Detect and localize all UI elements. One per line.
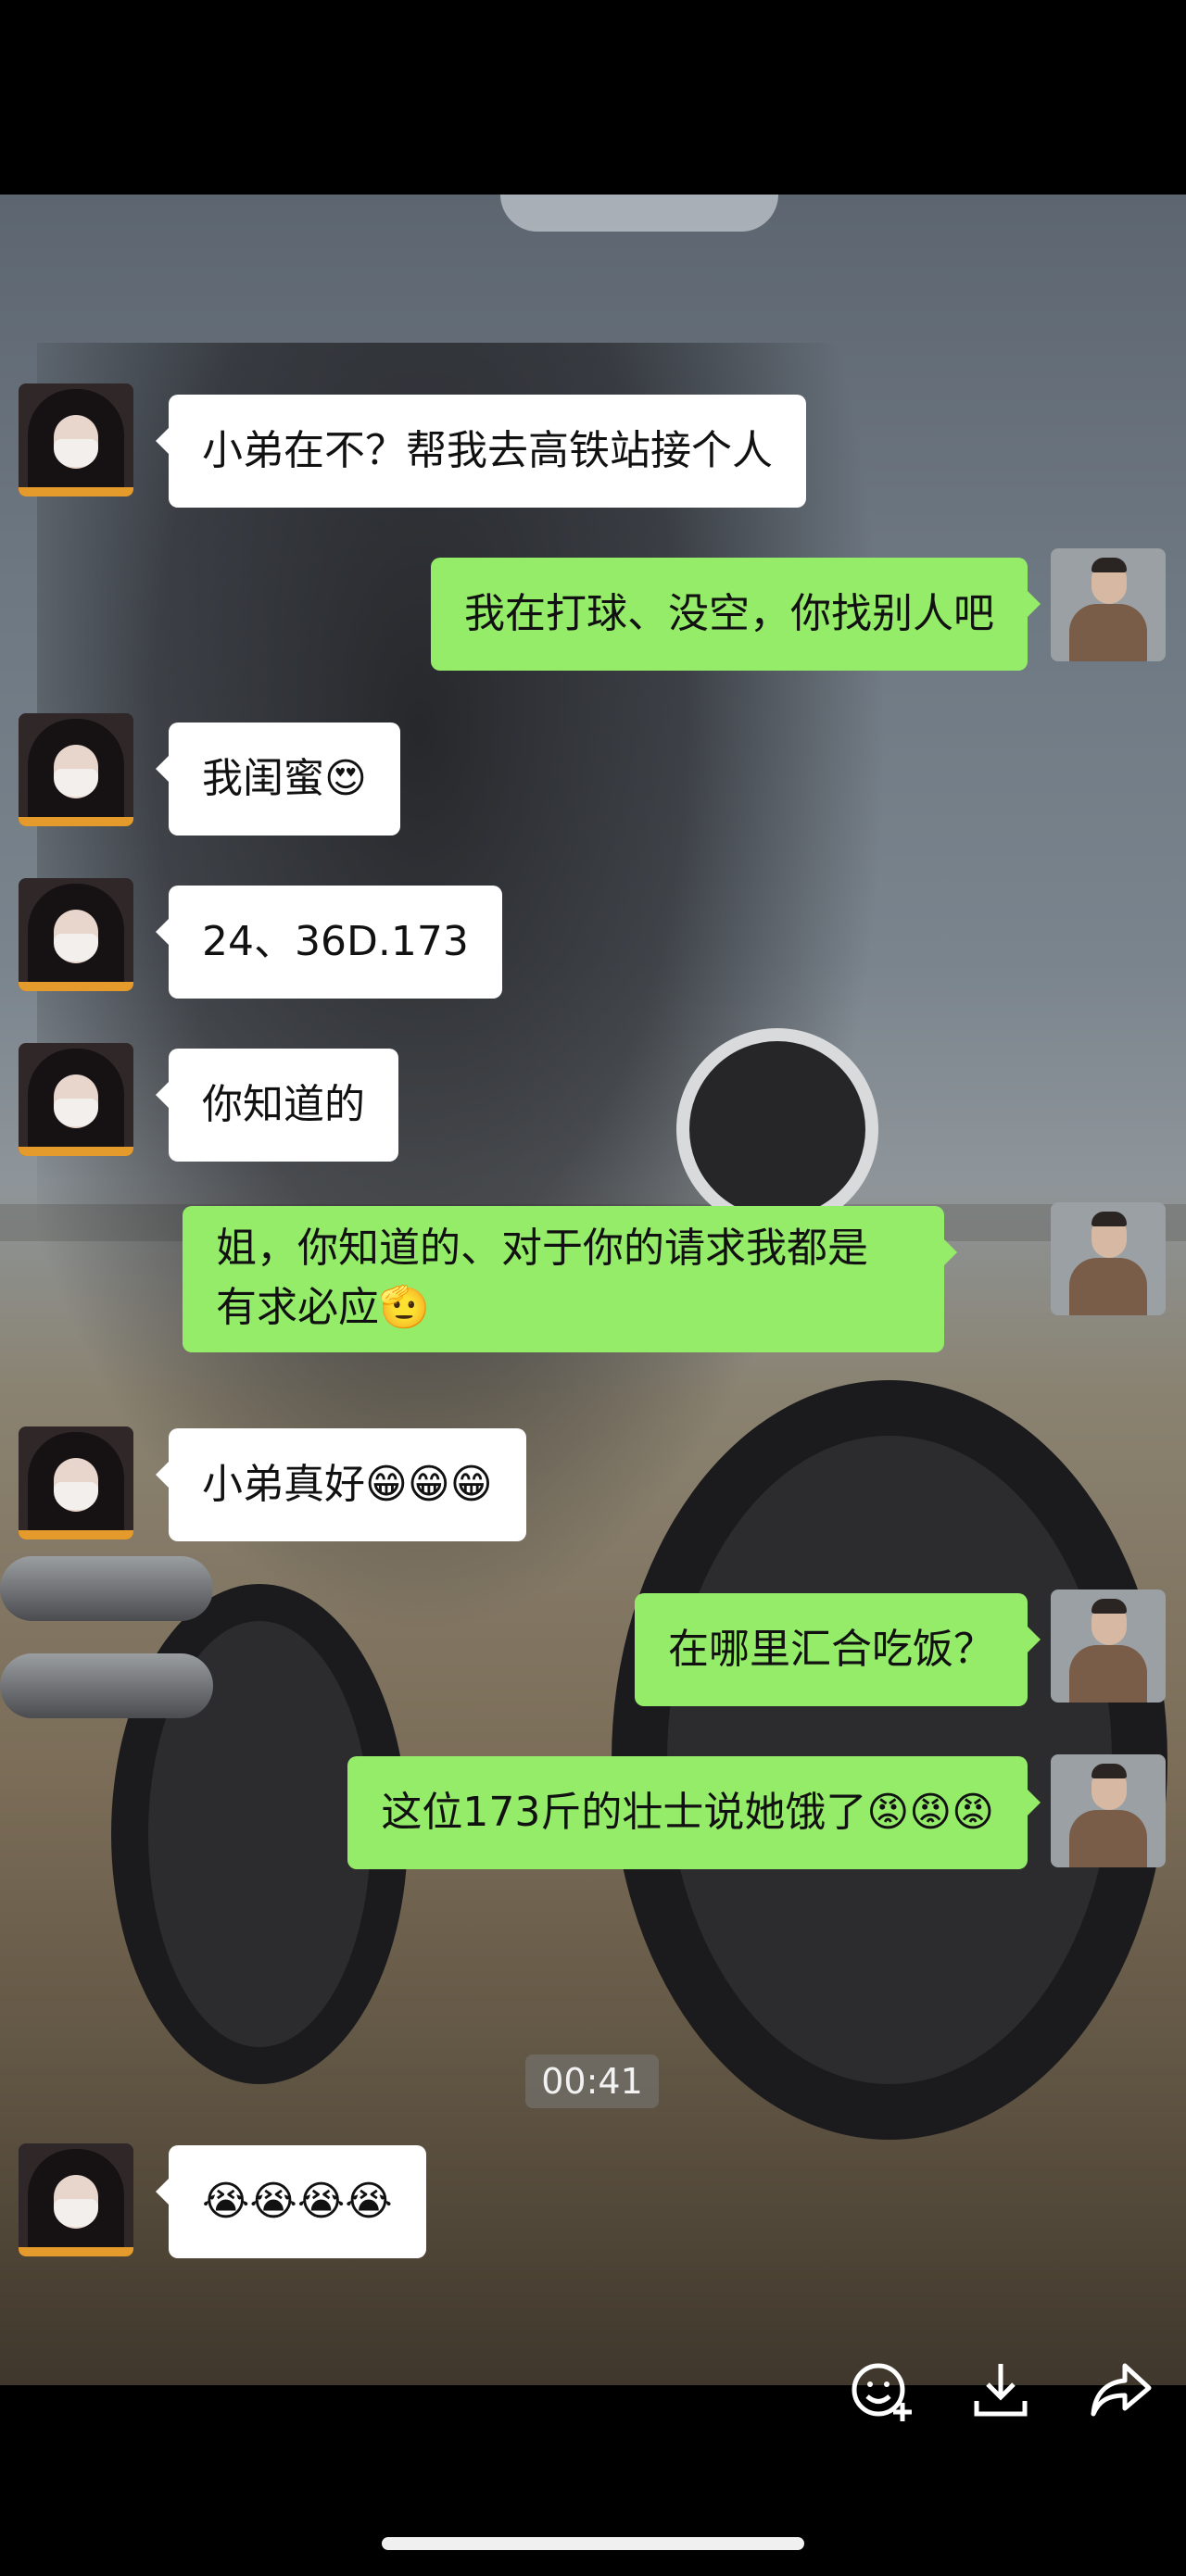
message-text: 24、36D.173 bbox=[202, 918, 469, 965]
contact-avatar[interactable] bbox=[19, 1043, 133, 1156]
message-text: 你知道的 bbox=[202, 1081, 365, 1128]
message-bubble-sent[interactable]: 我在打球、没空，你找别人吧 bbox=[431, 558, 1041, 671]
message-text: 这位173斤的壮士说她饿了😡😡😡 bbox=[381, 1789, 994, 1836]
user-avatar[interactable] bbox=[1051, 1754, 1166, 1867]
message-bubble-received[interactable]: 24、36D.173 bbox=[156, 886, 502, 999]
message-bubble-received[interactable]: 😭😭😭😭 bbox=[156, 2145, 426, 2258]
message-bubble-received[interactable]: 你知道的 bbox=[156, 1049, 398, 1162]
message-text-line: 姐，你知道的、对于你的请求我都是 bbox=[216, 1225, 868, 1272]
contact-avatar[interactable] bbox=[19, 878, 133, 991]
contact-avatar[interactable] bbox=[19, 383, 133, 496]
message-text-line: 有求必应🫡 bbox=[216, 1284, 430, 1331]
message-bubble-received[interactable]: 我闺蜜😍 bbox=[156, 723, 400, 836]
contact-avatar[interactable] bbox=[19, 2143, 133, 2256]
message-text: 小弟真好😁😁😁 bbox=[202, 1461, 493, 1508]
background-exhaust bbox=[0, 1556, 213, 1621]
message-bubble-sent[interactable]: 姐，你知道的、对于你的请求我都是 有求必应🫡 bbox=[183, 1206, 957, 1352]
home-indicator[interactable] bbox=[382, 2537, 804, 2550]
share-icon[interactable] bbox=[1084, 2353, 1158, 2427]
background-headlamp bbox=[676, 1028, 878, 1230]
contact-avatar[interactable] bbox=[19, 1426, 133, 1539]
user-avatar[interactable] bbox=[1051, 1590, 1166, 1703]
message-bubble-sent[interactable]: 这位173斤的壮士说她饿了😡😡😡 bbox=[347, 1756, 1041, 1869]
message-bubble-received[interactable]: 小弟在不？帮我去高铁站接个人 bbox=[156, 395, 806, 508]
chat-screen: 小弟在不？帮我去高铁站接个人 我在打球、没空，你找别人吧 我闺蜜😍 24、36D… bbox=[0, 195, 1186, 2385]
user-avatar[interactable] bbox=[1051, 1202, 1166, 1315]
background-sky bbox=[500, 195, 778, 232]
emoji-add-icon[interactable] bbox=[845, 2353, 919, 2427]
message-bubble-received[interactable]: 小弟真好😁😁😁 bbox=[156, 1428, 526, 1541]
message-bubble-sent[interactable]: 在哪里汇合吃饭？ bbox=[635, 1593, 1041, 1706]
download-icon[interactable] bbox=[964, 2353, 1038, 2427]
message-text: 小弟在不？帮我去高铁站接个人 bbox=[202, 427, 773, 474]
message-text: 我闺蜜😍 bbox=[202, 755, 367, 802]
message-text: 😭😭😭😭 bbox=[202, 2178, 393, 2225]
contact-avatar[interactable] bbox=[19, 713, 133, 826]
user-avatar[interactable] bbox=[1051, 548, 1166, 661]
timestamp-label: 00:41 bbox=[525, 2055, 659, 2108]
message-text: 在哪里汇合吃饭？ bbox=[668, 1626, 994, 1673]
message-text: 我在打球、没空，你找别人吧 bbox=[464, 590, 994, 637]
background-exhaust bbox=[0, 1653, 213, 1718]
